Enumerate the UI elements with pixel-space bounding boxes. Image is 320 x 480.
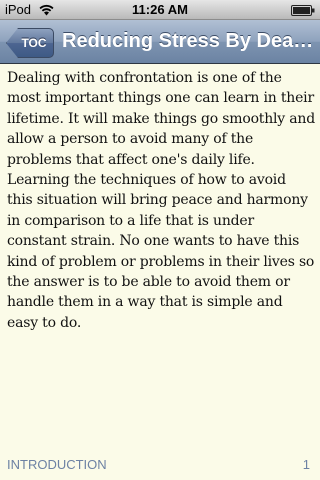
page-title: Reducing Stress By Dealing With Confront… (62, 30, 314, 52)
footer-chapter-name: INTRODUCTION (7, 457, 107, 472)
toc-back-button[interactable]: TOC (6, 28, 54, 58)
navigation-bar: TOC Reducing Stress By Dealing With Conf… (0, 20, 320, 64)
status-bar: iPod 11:26 AM (0, 0, 320, 20)
status-time: 11:26 AM (132, 2, 188, 17)
chapter-text: Dealing with confrontation is one of the… (7, 70, 315, 331)
battery-icon (291, 5, 315, 16)
footer-page-number: 1 (302, 457, 310, 472)
